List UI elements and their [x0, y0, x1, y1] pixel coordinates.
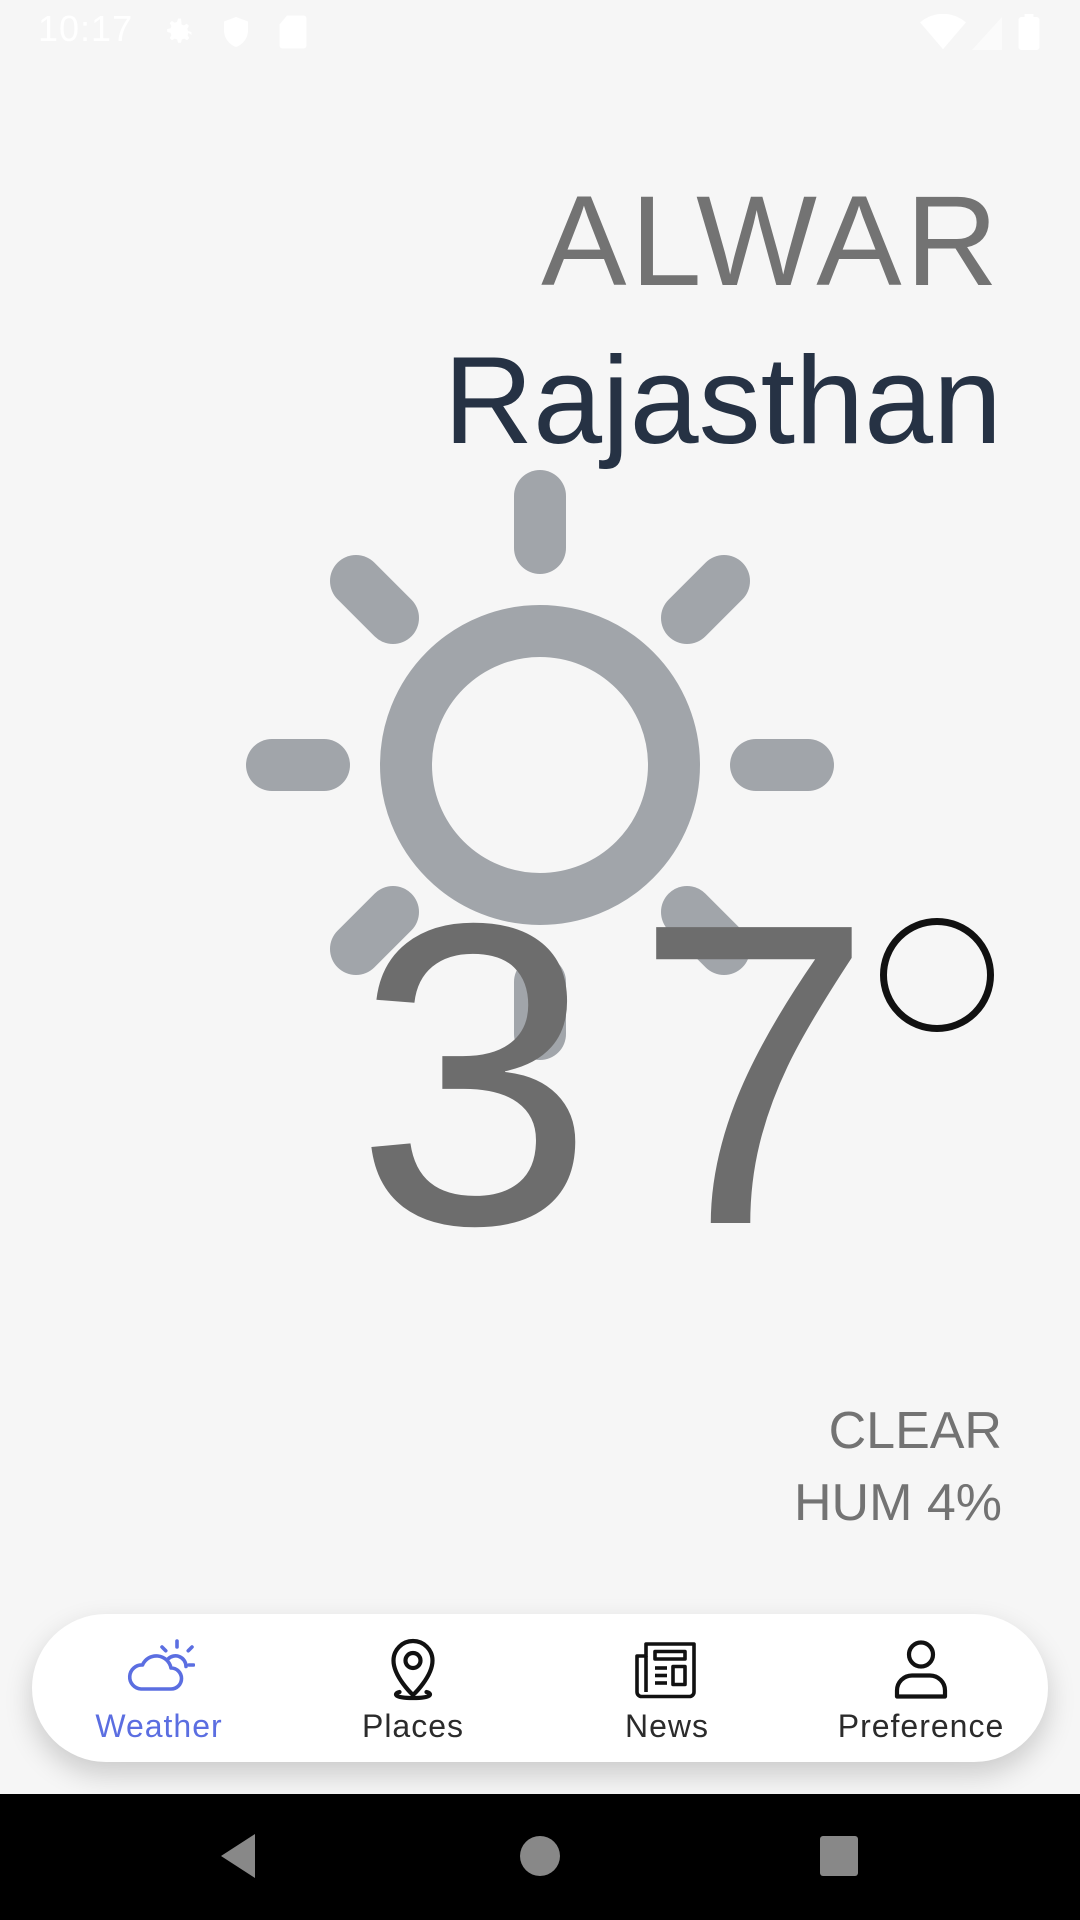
nav-news-label: News — [624, 1707, 709, 1744]
battery-icon — [1018, 14, 1040, 55]
city-name: ALWAR — [541, 170, 1002, 313]
settings-icon — [160, 14, 196, 55]
nav-preference-label: Preference — [837, 1707, 1005, 1744]
home-icon[interactable] — [516, 1830, 564, 1887]
nav-news[interactable]: News — [540, 1614, 794, 1762]
status-bar: 10:17 — [0, 0, 1080, 64]
nav-places-label: Places — [361, 1707, 465, 1744]
sd-card-icon — [276, 14, 310, 55]
wifi-icon — [920, 13, 966, 55]
signal-icon — [972, 14, 1002, 55]
recents-icon[interactable] — [816, 1830, 862, 1887]
nav-weather[interactable]: Weather — [32, 1614, 286, 1762]
conditions: CLEAR HUM 4% — [794, 1395, 1002, 1539]
nav-places[interactable]: Places — [286, 1614, 540, 1762]
degree-symbol — [880, 918, 994, 1032]
system-nav-bar — [0, 1794, 1080, 1920]
newspaper-icon — [635, 1641, 696, 1698]
shield-icon — [218, 14, 254, 55]
status-time: 10:17 — [38, 8, 134, 49]
humidity-text: HUM 4% — [793, 1474, 1002, 1532]
back-icon[interactable] — [215, 1830, 261, 1887]
weather-icon — [127, 1638, 195, 1691]
condition-text: CLEAR — [828, 1402, 1002, 1460]
nav-preference[interactable]: Preference — [794, 1614, 1048, 1762]
person-icon — [894, 1639, 948, 1699]
nav-weather-label: Weather — [95, 1707, 223, 1744]
location-pin-icon — [391, 1638, 435, 1700]
bottom-nav: Weather Places News Preference — [32, 1614, 1048, 1762]
temperature-value: 37 — [355, 835, 914, 1315]
